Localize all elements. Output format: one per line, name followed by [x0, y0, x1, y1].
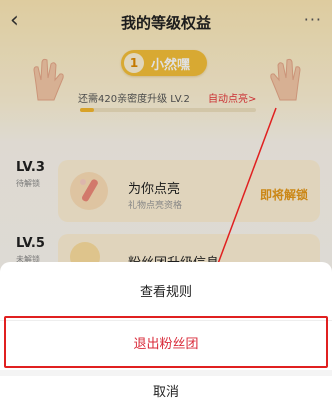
cancel-button[interactable]: 取消 [0, 378, 332, 408]
divider [0, 370, 332, 376]
highlight-box [4, 316, 328, 368]
view-rules-button[interactable]: 查看规则 [0, 278, 332, 308]
